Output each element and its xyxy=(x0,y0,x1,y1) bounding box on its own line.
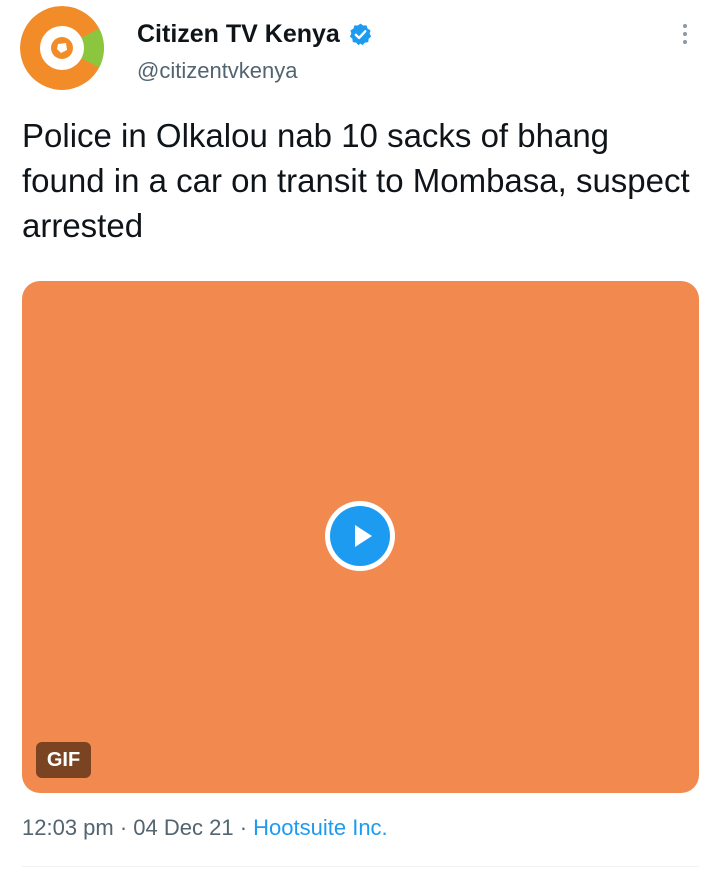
avatar[interactable] xyxy=(20,6,104,90)
display-name[interactable]: Citizen TV Kenya xyxy=(137,20,340,49)
dot xyxy=(683,32,687,36)
divider xyxy=(22,866,699,867)
tweet-meta: 12:03 pm · 04 Dec 21 · Hootsuite Inc. xyxy=(22,815,388,841)
play-button[interactable] xyxy=(325,501,395,571)
tweet-source-link[interactable]: Hootsuite Inc. xyxy=(253,815,388,841)
verified-badge-icon xyxy=(348,22,373,47)
user-handle[interactable]: @citizentvkenya xyxy=(137,58,298,84)
play-icon xyxy=(330,506,390,566)
vertical-ellipsis-icon[interactable] xyxy=(670,18,700,50)
dot xyxy=(683,40,687,44)
play-triangle xyxy=(355,525,372,547)
dot xyxy=(683,24,687,28)
tweet-time[interactable]: 12:03 pm xyxy=(22,815,114,841)
author-name-row: Citizen TV Kenya xyxy=(137,18,373,50)
meta-separator: · xyxy=(233,815,254,840)
meta-separator: · xyxy=(113,815,134,840)
citizen-tv-logo xyxy=(20,6,104,90)
gif-badge: GIF xyxy=(36,742,91,778)
tweet-text: Police in Olkalou nab 10 sacks of bhang … xyxy=(22,117,690,244)
gif-media[interactable]: GIF xyxy=(22,281,699,793)
tweet-date[interactable]: 04 Dec 21 xyxy=(133,815,233,841)
